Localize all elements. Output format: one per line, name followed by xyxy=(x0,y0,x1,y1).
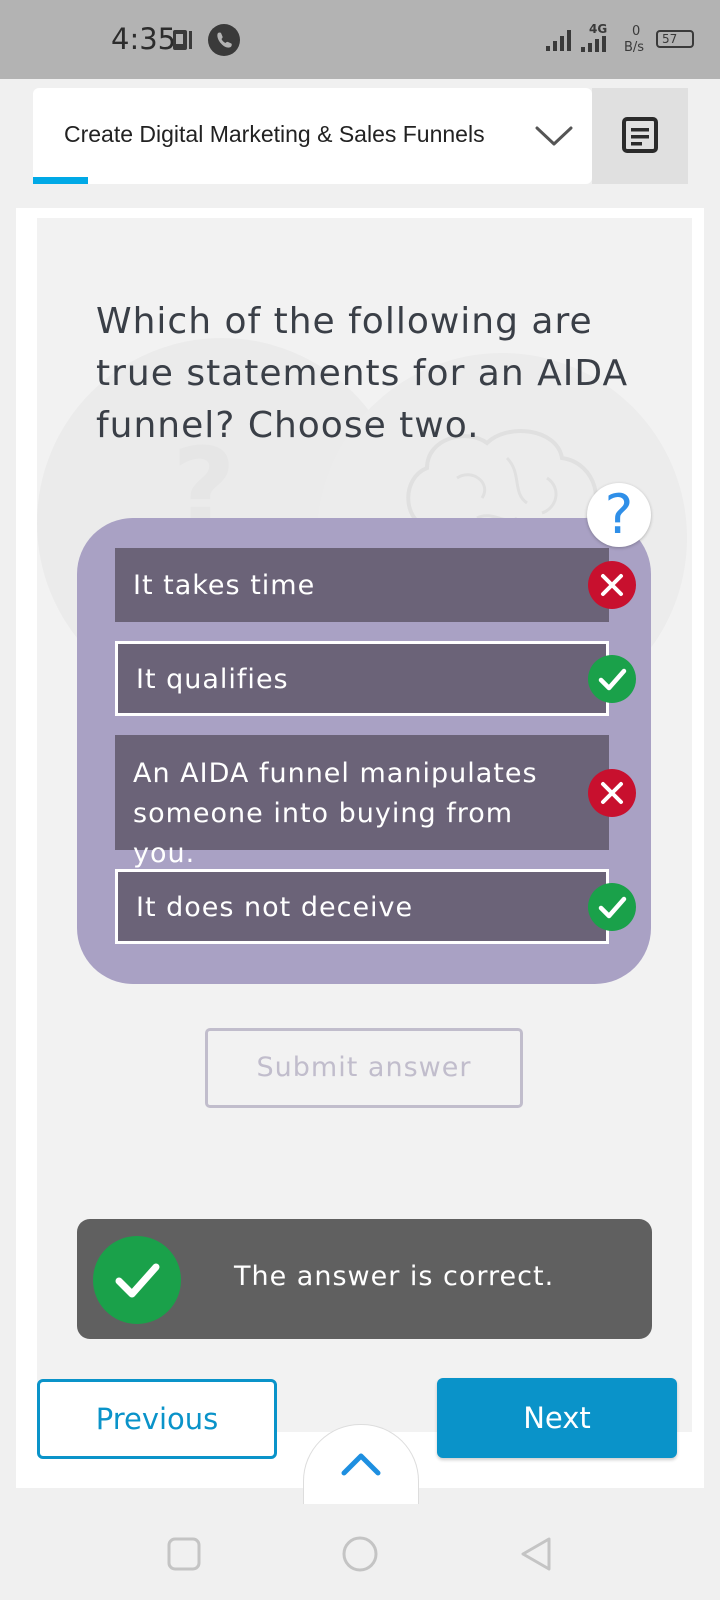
signal-icon-2 xyxy=(581,36,606,52)
tab-progress-indicator xyxy=(33,177,88,184)
notification-app-icon xyxy=(173,30,192,50)
triangle-back-icon[interactable] xyxy=(519,1536,553,1572)
answer-label: An AIDA funnel manipulates someone into … xyxy=(133,758,538,869)
incorrect-icon xyxy=(588,769,636,817)
signal-icon xyxy=(546,30,571,51)
correct-check-icon xyxy=(588,655,636,703)
square-icon[interactable] xyxy=(167,1537,201,1571)
answer-label: It takes time xyxy=(133,570,316,601)
data-speed-value: 0 xyxy=(632,24,641,39)
chevron-down-icon[interactable] xyxy=(534,116,574,156)
answer-option[interactable]: It qualifies xyxy=(115,641,609,716)
course-title: Create Digital Marketing & Sales Funnels xyxy=(64,121,485,147)
status-bar: 4:35 4G 0 B/s 57 xyxy=(0,0,720,79)
notes-icon xyxy=(622,117,658,153)
course-selector[interactable]: Create Digital Marketing & Sales Funnels xyxy=(33,88,592,184)
chevron-up-icon xyxy=(341,1453,381,1476)
question-mark-icon: ? xyxy=(604,483,634,546)
feedback-message: The answer is correct. xyxy=(234,1261,555,1292)
feedback-banner: The answer is correct. xyxy=(77,1219,652,1339)
help-button[interactable]: ? xyxy=(587,483,651,547)
system-nav-bar xyxy=(0,1504,720,1600)
previous-button[interactable]: Previous xyxy=(37,1379,277,1459)
network-type: 4G xyxy=(589,22,608,36)
data-speed-unit: B/s xyxy=(624,40,645,55)
answer-label: It does not deceive xyxy=(136,892,414,923)
answer-option[interactable]: It takes time xyxy=(115,548,609,622)
phone-call-icon xyxy=(208,24,240,56)
notes-button[interactable] xyxy=(592,88,688,184)
incorrect-icon xyxy=(588,561,636,609)
answer-label: It qualifies xyxy=(136,664,289,695)
check-circle-icon xyxy=(93,1236,181,1324)
answer-option[interactable]: It does not deceive xyxy=(115,869,609,944)
answer-option[interactable]: An AIDA funnel manipulates someone into … xyxy=(115,735,609,869)
battery-level: 57 xyxy=(662,32,678,46)
correct-check-icon xyxy=(588,883,636,931)
circle-icon[interactable] xyxy=(342,1536,378,1572)
status-time: 4:35 xyxy=(111,22,177,56)
course-header: Create Digital Marketing & Sales Funnels xyxy=(0,79,720,205)
battery-icon: 57 xyxy=(656,30,694,48)
question-text: Which of the following are true statemen… xyxy=(96,301,629,446)
submit-answer-button[interactable]: Submit answer xyxy=(205,1028,523,1108)
next-button[interactable]: Next xyxy=(437,1378,677,1458)
